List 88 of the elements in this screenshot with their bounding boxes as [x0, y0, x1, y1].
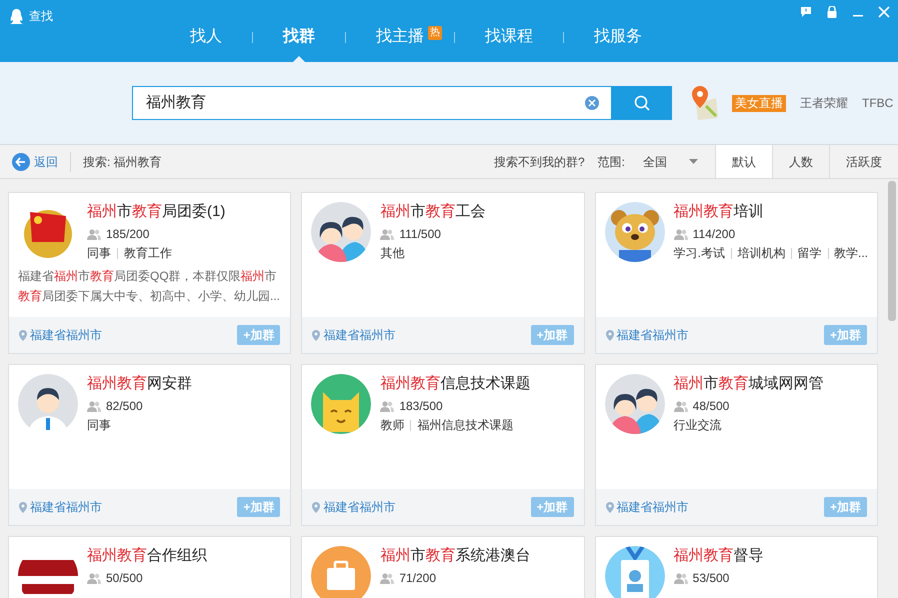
couple-avatar-icon [604, 374, 665, 434]
group-tag: 教育工作 [124, 245, 172, 261]
group-tag: 留学 [798, 245, 822, 261]
people-icon [87, 400, 101, 412]
location-pin-icon [606, 330, 614, 340]
location-link[interactable]: 福建省福州市 [616, 498, 689, 516]
location-link[interactable]: 福建省福州市 [323, 326, 396, 344]
search-button[interactable] [612, 86, 672, 120]
range-label: 范围: [598, 154, 625, 170]
group-card[interactable]: 福州市教育城域网网管 48/500 行业交流 福建省福州市 +加群 [594, 364, 878, 526]
group-tag: 行业交流 [674, 417, 722, 433]
hot-search-link[interactable]: 王者荣耀 [800, 94, 848, 112]
group-card[interactable]: 福州市教育工会 111/500 其他 福建省福州市 +加群 [301, 192, 585, 354]
group-name[interactable]: 福州市教育系统港澳台 [380, 546, 530, 566]
range-dropdown[interactable]: 全国 [643, 152, 698, 170]
search-field[interactable]: 福州教育 [132, 86, 612, 120]
search-icon [634, 95, 650, 111]
group-description: 福建省福州市教育局团委QQ群，本群仅限福州市 教育局团委下属大中专、初高中、小学、幼儿园... [18, 268, 282, 305]
group-card[interactable]: 福州市教育局团委(1) 185/200 同事 教育工作 福建省福州市教育局团委QQ群，本群仅限福州市 教育局团委下属大中专、初高中、小学、幼儿园... 福建省福州市 +加群 [8, 192, 292, 354]
group-name[interactable]: 福州教育督导 [674, 546, 764, 566]
people-icon [380, 400, 394, 412]
group-tag: 其他 [380, 245, 404, 261]
help-link[interactable]: 搜索不到我的群? [494, 152, 585, 170]
member-count: 82/500 [106, 398, 143, 414]
bear-avatar-icon [604, 202, 665, 262]
group-tag: 教学... [834, 245, 868, 261]
group-tag: 教师 [380, 417, 404, 433]
man-avatar-icon [18, 374, 78, 434]
group-card[interactable]: 福州教育信息技术课题 183/500 教师 福州信息技术课题 福建省福州市 +加群 [301, 364, 585, 526]
couple-avatar-icon [311, 202, 372, 262]
member-count: 114/200 [692, 226, 736, 242]
location-pin-icon [312, 330, 320, 340]
group-name[interactable]: 福州市教育工会 [380, 202, 486, 222]
group-name[interactable]: 福州教育合作组织 [87, 546, 207, 566]
scrollbar-thumb[interactable] [888, 181, 896, 321]
hot-search-link[interactable]: TFBC [862, 94, 894, 112]
member-count: 50/500 [106, 570, 143, 586]
map-pin-icon[interactable] [690, 86, 720, 120]
lock-icon[interactable] [826, 6, 838, 18]
clear-icon[interactable] [585, 96, 599, 110]
location-link[interactable]: 福建省福州市 [616, 326, 689, 344]
group-tag: 培训机构 [737, 245, 786, 261]
group-name[interactable]: 福州市教育城域网网管 [674, 374, 824, 394]
group-name[interactable]: 福州市教育局团委(1) [87, 202, 226, 222]
location-pin-icon [19, 502, 27, 512]
member-count: 53/500 [692, 570, 730, 586]
member-count: 48/500 [692, 398, 730, 414]
group-tag: 学习.考试 [674, 245, 725, 261]
location-link[interactable]: 福建省福州市 [323, 498, 396, 516]
member-count: 111/500 [399, 226, 441, 242]
people-icon [87, 228, 101, 240]
briefcase-avatar-icon [311, 546, 372, 598]
group-card[interactable]: 福州教育培训 114/200 学习.考试 培训机构 留学 教学... 福建省福州市 +加群 [594, 192, 878, 354]
people-icon [380, 228, 394, 240]
member-count: 183/500 [399, 398, 443, 414]
group-tag: 同事 [87, 417, 111, 433]
sort-tab[interactable]: 默认 [715, 145, 772, 178]
search-query-label: 搜索: 福州教育 [83, 154, 162, 170]
group-card[interactable]: 福州教育督导 53/500 [594, 536, 878, 598]
group-name[interactable]: 福州教育网安群 [87, 374, 192, 394]
group-card[interactable]: 福州教育网安群 82/500 同事 福建省福州市 +加群 [8, 364, 292, 526]
close-icon[interactable] [878, 6, 890, 18]
location-pin-icon [606, 502, 614, 512]
member-count: 185/200 [106, 226, 150, 242]
group-tag: 同事 [87, 245, 111, 261]
feedback-icon[interactable] [800, 6, 812, 18]
group-name[interactable]: 福州教育信息技术课题 [380, 374, 530, 394]
people-icon [674, 400, 688, 412]
people-icon [380, 572, 394, 584]
group-card[interactable]: 福州市教育系统港澳台 71/200 [301, 536, 585, 598]
cat-avatar-icon [311, 374, 372, 434]
location-link[interactable]: 福建省福州市 [30, 498, 102, 516]
window-title: 查找 [29, 8, 53, 25]
people-icon [87, 572, 101, 584]
group-card[interactable]: 福州教育合作组织 50/500 [8, 536, 292, 598]
caret-icon [689, 159, 698, 164]
group-tag: 福州信息技术课题 [417, 417, 514, 433]
people-icon [674, 572, 688, 584]
location-link[interactable]: 福建省福州市 [30, 326, 102, 344]
id-badge-avatar-icon [604, 546, 665, 598]
group-name[interactable]: 福州教育培训 [674, 202, 868, 222]
location-pin-icon [312, 502, 320, 512]
back-button[interactable]: 返回 [12, 152, 58, 170]
penguin-logo-icon [10, 8, 23, 24]
member-count: 71/200 [399, 570, 436, 586]
hot-badge: 热 [428, 26, 442, 40]
people-icon [674, 228, 688, 240]
location-pin-icon [19, 330, 27, 340]
